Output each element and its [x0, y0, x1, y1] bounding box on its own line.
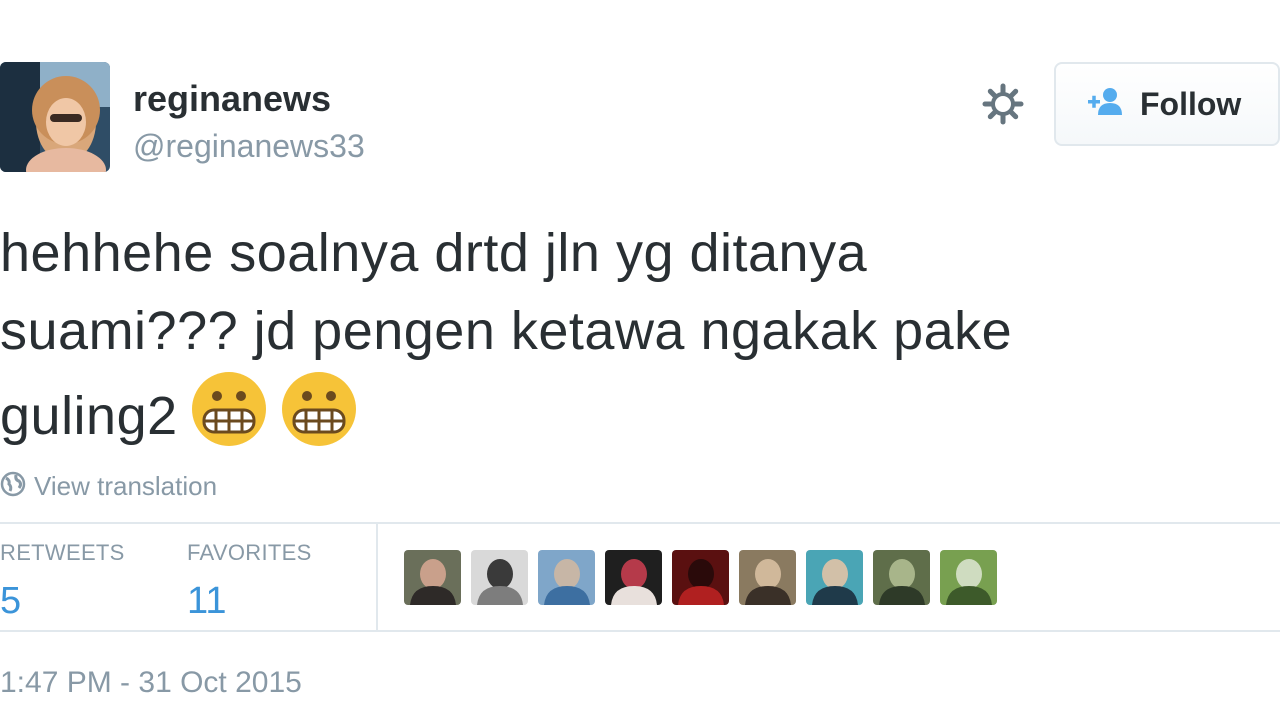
view-translation-link[interactable]: View translation	[0, 468, 217, 504]
favoriter-avatar-4[interactable]	[605, 550, 662, 605]
follow-button[interactable]: Follow	[1054, 62, 1280, 146]
avatar-photo	[0, 62, 110, 172]
stats-divider-bottom	[0, 630, 1280, 632]
stats-divider-vertical	[376, 524, 378, 630]
favoriters-avatar-row	[404, 550, 997, 605]
user-handle[interactable]: @reginanews33	[133, 128, 365, 165]
favoriter-avatar-3[interactable]	[538, 550, 595, 605]
favoriter-avatar-8[interactable]	[873, 550, 930, 605]
gear-icon[interactable]	[981, 82, 1025, 126]
stats-divider-top	[0, 522, 1280, 524]
tweet-text-line: hehhehe soalnya drtd jln yg ditanya	[0, 223, 868, 283]
grimacing-face-emoji	[280, 370, 358, 448]
tweet-text: hehhehe soalnya drtd jln yg ditanya suam…	[0, 214, 1260, 455]
favorites-count: 11	[187, 580, 227, 622]
favoriter-avatar-5[interactable]	[672, 550, 729, 605]
tweet-timestamp[interactable]: 1:47 PM - 31 Oct 2015	[0, 666, 302, 700]
grimacing-face-emoji	[190, 370, 268, 448]
favorites-label: FAVORITES	[187, 540, 312, 565]
tweet-text-line-content: guling2	[0, 386, 178, 446]
retweets-count: 5	[0, 580, 22, 622]
favoriter-avatar-9[interactable]	[940, 550, 997, 605]
globe-icon	[0, 471, 26, 502]
view-translation-label: View translation	[34, 470, 218, 501]
tweet-text-line: suami??? jd pengen ketawa ngakak pake	[0, 301, 1013, 361]
follow-button-label: Follow	[1140, 85, 1242, 122]
retweets-label: RETWEETS	[0, 540, 125, 565]
favoriter-avatar-6[interactable]	[739, 550, 796, 605]
add-user-icon	[1086, 87, 1126, 122]
user-display-name[interactable]: reginanews	[133, 78, 331, 120]
favoriter-avatar-2[interactable]	[471, 550, 528, 605]
favorites-stat[interactable]: FAVORITES 11	[187, 540, 312, 623]
tweet-text-line: guling2	[0, 370, 1260, 455]
retweets-stat[interactable]: RETWEETS 5	[0, 540, 125, 623]
favoriter-avatar-1[interactable]	[404, 550, 461, 605]
user-avatar[interactable]	[0, 62, 110, 172]
favoriter-avatar-7[interactable]	[806, 550, 863, 605]
